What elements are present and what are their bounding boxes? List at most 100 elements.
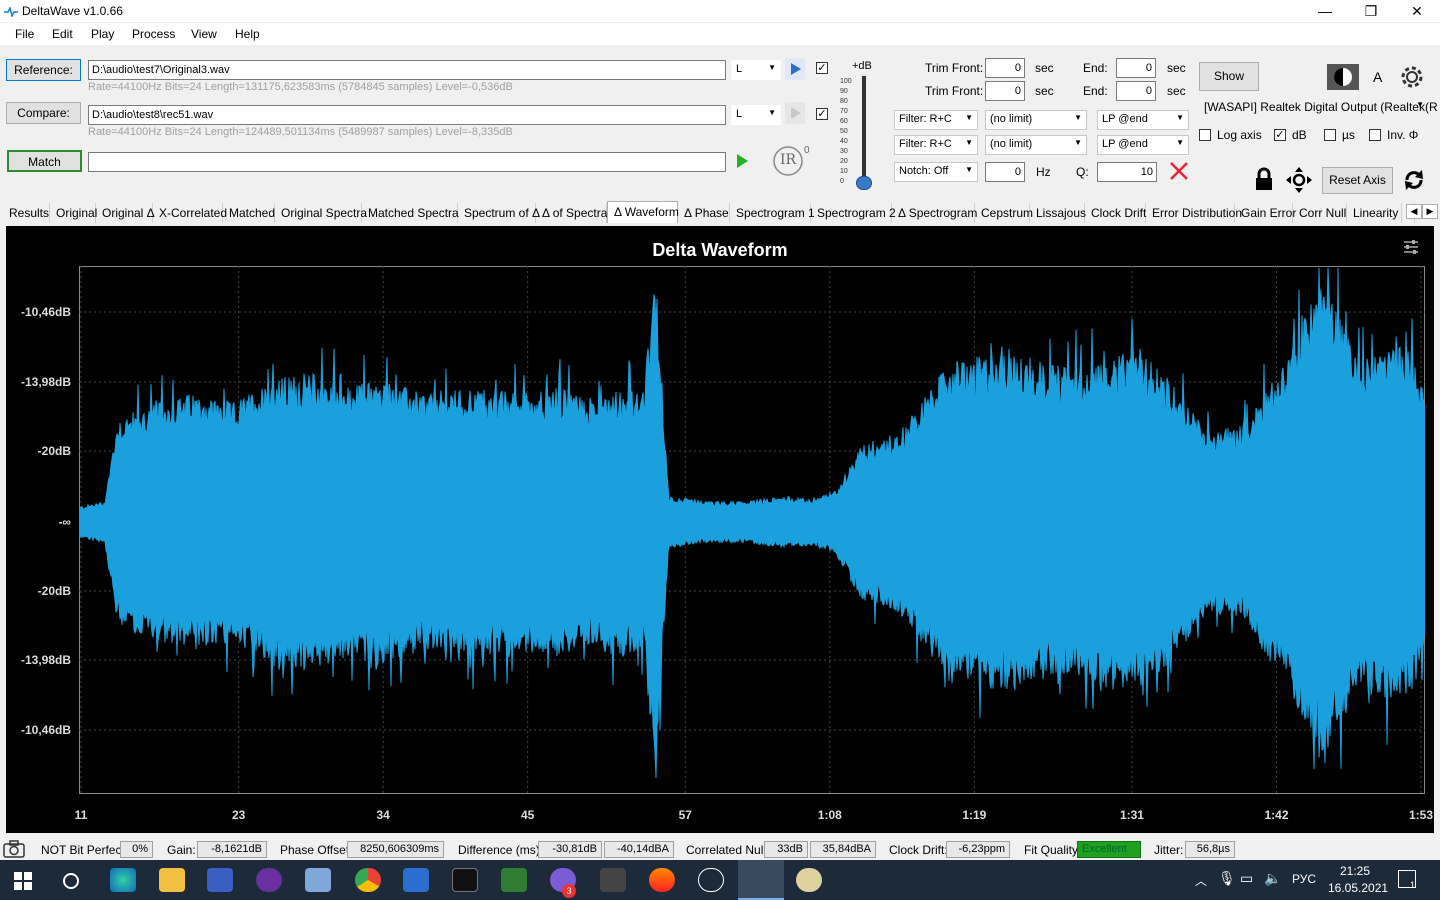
play-reference-icon[interactable] [785,58,805,80]
tab-10[interactable]: Δ Phase [678,203,730,223]
terminal-app-icon[interactable] [452,868,478,892]
compare-channel-select[interactable]: L ▼ [731,105,781,125]
tab-scroll-left-button[interactable]: ◀ [1406,204,1422,219]
output-device-select[interactable]: [WASAPI] Realtek Digital Output (Realtek… [1199,97,1438,117]
media-app-icon[interactable] [649,868,675,892]
reset-axis-button[interactable]: Reset Axis [1322,167,1393,194]
tab-18[interactable]: Gain Error [1235,203,1296,223]
db-slider-track[interactable] [862,76,866,184]
menu-view[interactable]: View [191,27,217,41]
notch-select[interactable]: Notch: Off ▼ [894,162,978,182]
network-icon[interactable]: ▭ [1240,870,1253,887]
cmp-trim-end-input[interactable]: 0 [1116,81,1156,101]
menu-file[interactable]: File [15,27,34,41]
reference-button[interactable]: Reference: [6,59,81,81]
mail-app-icon[interactable] [305,868,331,892]
tab-13[interactable]: Δ Spectrogram [892,203,977,223]
play-match-icon[interactable] [732,150,752,172]
tab-7[interactable]: Spectrum of Δ [458,203,540,223]
tab-15[interactable]: Lissajous [1030,203,1086,223]
microphone-icon[interactable]: 🎙 [1218,870,1236,887]
delta-waveform-chart[interactable]: Delta Waveform -10,46dB -13,98dB -20dB -∞ -2… [6,226,1434,833]
tab-17[interactable]: Error Distribution [1146,203,1242,223]
tab-11[interactable]: Spectrogram 1 [730,203,815,223]
green-app-icon[interactable] [501,868,527,892]
show-button[interactable]: Show [1199,62,1259,91]
db-checkbox[interactable]: ✓ [1274,129,1286,141]
log-axis-checkbox[interactable] [1199,129,1211,141]
menu-edit[interactable]: Edit [52,27,73,41]
chart-options-icon[interactable] [1402,238,1420,256]
ap2-app-icon[interactable] [403,868,429,892]
compare-button[interactable]: Compare: [6,102,81,124]
settings-app-icon[interactable] [698,868,724,892]
minimize-button[interactable]: — [1302,0,1348,22]
tab-2[interactable]: Original Δ [96,203,155,223]
tab-20[interactable]: Linearity [1347,203,1402,223]
q-input[interactable]: 10 [1097,162,1157,182]
tab-3[interactable]: X-Correlated [153,203,227,223]
tab-9[interactable]: Δ Waveform [607,201,679,223]
menu-process[interactable]: Process [132,27,175,41]
tab-16[interactable]: Clock Drift [1085,203,1146,223]
reference-channel-select[interactable]: L ▼ [731,60,781,80]
lp1-select[interactable]: LP @end ▼ [1097,110,1189,130]
edge-browser-icon[interactable] [110,868,136,892]
limit1-select[interactable]: (no limit) ▼ [985,110,1087,130]
tab-1[interactable]: Original [50,203,97,223]
play-compare-icon[interactable] [785,102,805,124]
tab-0[interactable]: Results [3,203,50,223]
search-circle-icon[interactable] [62,872,80,890]
save-app-icon[interactable] [207,868,233,892]
tab-5[interactable]: Original Spectra [275,203,367,223]
clear-filter-icon[interactable] [1168,160,1190,182]
limit2-select[interactable]: (no limit) ▼ [985,135,1087,155]
tab-6[interactable]: Matched Spectra [362,203,459,223]
tab-19[interactable]: Corr Null [1293,203,1347,223]
chrome-icon[interactable] [355,868,381,892]
lp2-select[interactable]: LP @end ▼ [1097,135,1189,155]
start-windows-icon[interactable] [14,872,32,890]
language-indicator[interactable]: РУС [1292,872,1316,886]
contrast-icon[interactable] [1327,64,1359,90]
notch-hz-input[interactable]: 0 [985,162,1025,182]
tab-8[interactable]: Δ of Spectra [536,203,607,223]
plot-area[interactable] [79,266,1425,794]
close-button[interactable]: ✕ [1394,0,1440,22]
refresh-icon[interactable] [1401,167,1427,193]
tab-4[interactable]: Matched [223,203,275,223]
maximize-button[interactable]: ❐ [1348,0,1394,22]
tab-scroll-right-button[interactable]: ▶ [1422,204,1438,219]
ref-trim-end-input[interactable]: 0 [1116,58,1156,78]
file-explorer-icon[interactable] [159,868,185,892]
tab-14[interactable]: Cepstrum [975,203,1033,223]
clock-date[interactable]: 16.05.2021 [1328,881,1388,895]
reference-enable-checkbox[interactable]: ✓ [816,62,828,74]
filter1-select[interactable]: Filter: R+C ▼ [894,110,978,130]
compare-path-input[interactable]: D:\audio\test8\rec51.wav [88,105,726,125]
a-weighting-label[interactable]: A [1373,69,1382,85]
inv-phase-checkbox[interactable] [1369,129,1381,141]
paint-app-icon[interactable] [796,868,822,892]
settings-gear-icon[interactable] [1398,63,1426,91]
match-button[interactable]: Match [7,150,82,172]
lock-icon[interactable] [1254,167,1274,191]
camera-icon[interactable] [3,840,25,858]
pan-move-icon[interactable] [1285,166,1313,194]
menu-play[interactable]: Play [91,27,114,41]
fox-app-icon[interactable] [600,868,626,892]
db-slider-thumb[interactable] [856,176,872,190]
ir-icon[interactable]: IR 0 [772,145,810,177]
menu-help[interactable]: Help [235,27,260,41]
volume-icon[interactable]: 🔈 [1264,870,1281,887]
us-checkbox[interactable] [1324,129,1336,141]
filter2-select[interactable]: Filter: R+C ▼ [894,135,978,155]
tray-chevron-icon[interactable]: ︿ [1195,872,1207,889]
deltawave-taskbar-icon[interactable] [738,860,784,900]
compare-enable-checkbox[interactable]: ✓ [816,108,828,120]
ref-trim-front-input[interactable]: 0 [985,58,1025,78]
tab-12[interactable]: Spectrogram 2 [811,203,896,223]
clock-time[interactable]: 21:25 [1340,864,1370,878]
reference-path-input[interactable]: D:\audio\test7\Original3.wav [88,60,726,80]
audio-player-icon[interactable] [256,868,282,892]
